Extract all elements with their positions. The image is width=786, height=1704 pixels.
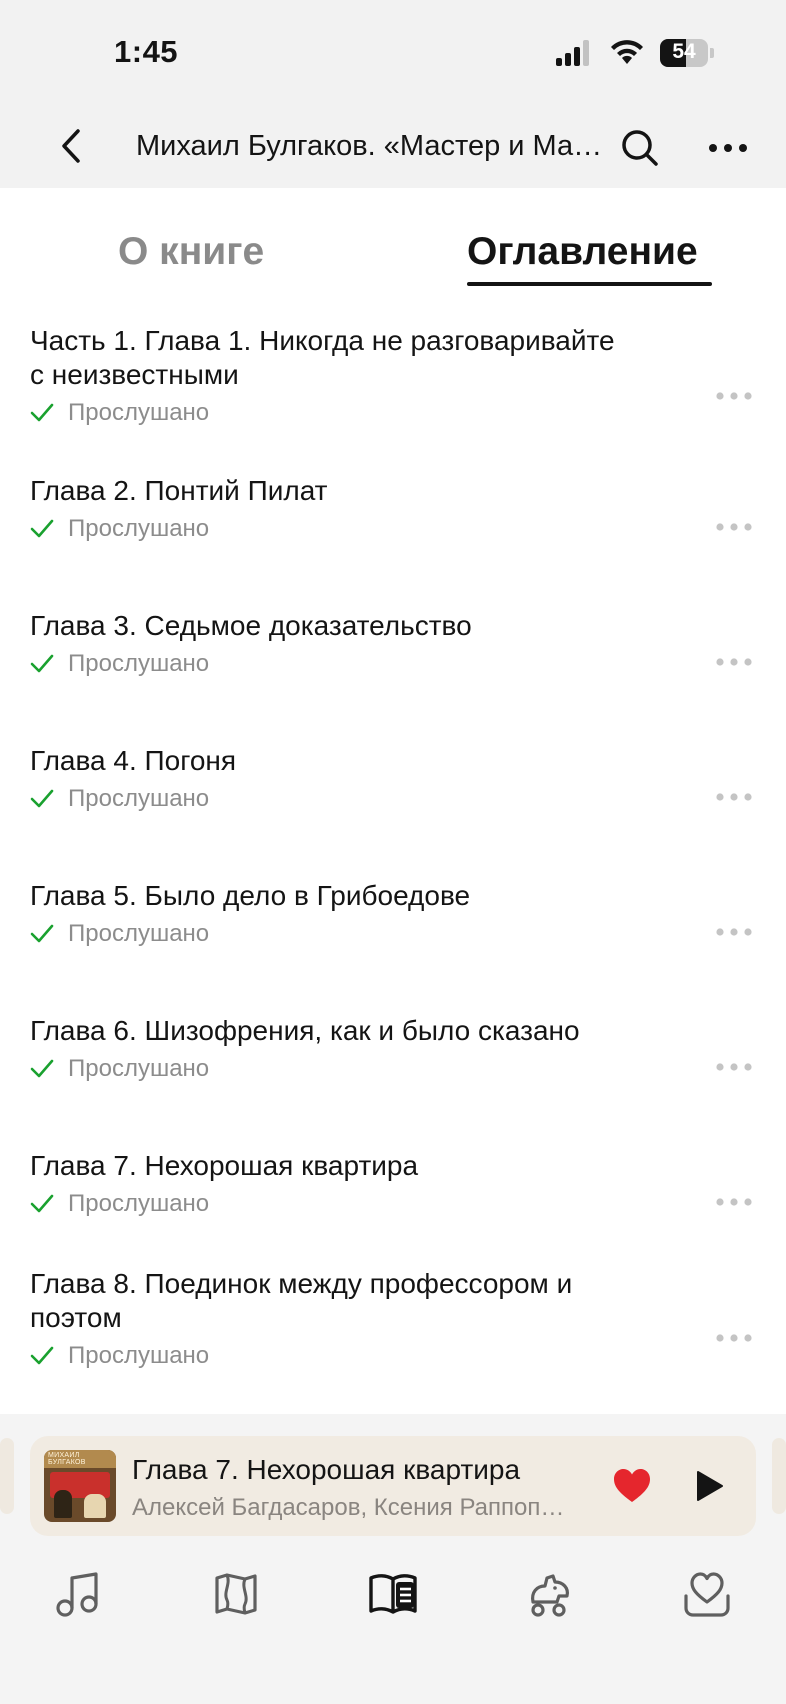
- chapter-more-icon[interactable]: [714, 782, 754, 812]
- chapter-title: Глава 5. Было дело в Грибоедове: [30, 880, 471, 911]
- nav-header: Михаил Булгаков. «Мастер и Маргарита»: [0, 108, 786, 188]
- chapter-title: Глава 3. Седьмое доказательство: [30, 610, 472, 641]
- check-icon: [30, 789, 54, 808]
- chapter-item[interactable]: Глава 8. Поединок между профессором и по…: [0, 1263, 786, 1373]
- book-icon[interactable]: [366, 1568, 420, 1622]
- chapter-title: Глава 7. Нехорошая квартира: [30, 1150, 419, 1181]
- status-time: 1:45: [114, 34, 179, 69]
- chapter-title: Глава 4. Погоня: [30, 745, 237, 776]
- chapter-status: Прослушано: [30, 398, 209, 428]
- check-icon: [30, 654, 54, 673]
- status-label: Прослушано: [68, 1055, 210, 1082]
- chapter-item[interactable]: Глава 5. Было дело в Грибоедове Прослуша…: [0, 875, 786, 965]
- chapter-status: Прослушано: [30, 1054, 209, 1084]
- prev-player-card-edge[interactable]: [0, 1438, 14, 1514]
- like-heart-icon[interactable]: [612, 1466, 652, 1506]
- chapter-status: Прослушано: [30, 1341, 209, 1371]
- status-label: Прослушано: [68, 785, 210, 812]
- mini-player[interactable]: МИХАИЛ БУЛГАКОВ Глава 7. Нехорошая кварт…: [30, 1436, 756, 1536]
- battery-icon: 54: [660, 39, 714, 67]
- book-cover-image: МИХАИЛ БУЛГАКОВ: [44, 1450, 116, 1522]
- chapter-item[interactable]: Глава 7. Нехорошая квартира Прослушано: [0, 1145, 786, 1235]
- chapter-more-icon[interactable]: [714, 647, 754, 677]
- chapter-item[interactable]: Глава 4. Погоня Прослушано: [0, 740, 786, 830]
- status-label: Прослушано: [68, 399, 210, 426]
- cover-author-text: МИХАИЛ БУЛГАКОВ: [48, 1452, 86, 1466]
- chapter-item[interactable]: Глава 6. Шизофрения, как и было сказано …: [0, 1010, 786, 1100]
- tab-about[interactable]: О книге: [118, 230, 264, 274]
- chapter-item[interactable]: Часть 1. Глава 1. Никогда не разговарива…: [0, 320, 786, 430]
- tabs: О книге Оглавление: [0, 188, 786, 288]
- active-tab-indicator: [467, 282, 712, 286]
- chapter-more-icon[interactable]: [714, 381, 754, 411]
- mini-player-area: МИХАИЛ БУЛГАКОВ Глава 7. Нехорошая кварт…: [0, 1414, 786, 1544]
- kids-horse-icon[interactable]: [523, 1568, 577, 1622]
- status-label: Прослушано: [68, 920, 210, 947]
- cellular-signal-icon: [556, 40, 592, 66]
- tab-contents[interactable]: Оглавление: [467, 230, 698, 274]
- chapter-more-icon[interactable]: [714, 917, 754, 947]
- check-icon: [30, 1346, 54, 1365]
- next-player-card-edge[interactable]: [772, 1438, 786, 1514]
- check-icon: [30, 924, 54, 943]
- play-icon[interactable]: [686, 1464, 730, 1508]
- chapter-title: Часть 1. Глава 1. Никогда не разговарива…: [30, 325, 615, 390]
- chapter-title: Глава 6. Шизофрения, как и было сказано: [30, 1015, 580, 1046]
- wifi-icon: [611, 40, 643, 64]
- chapter-more-icon[interactable]: [714, 1052, 754, 1082]
- chapter-more-icon[interactable]: [714, 1323, 754, 1353]
- chapter-more-icon[interactable]: [714, 512, 754, 542]
- check-icon: [30, 1059, 54, 1078]
- player-narrators: Алексей Багдасаров, Ксения Раппопорт: [132, 1494, 572, 1521]
- heart-collection-icon[interactable]: [680, 1568, 734, 1622]
- chapter-more-icon[interactable]: [714, 1187, 754, 1217]
- chapter-title: Глава 8. Поединок между профессором и по…: [30, 1268, 573, 1333]
- page-title: Михаил Булгаков. «Мастер и Маргарита»: [136, 130, 606, 162]
- status-label: Прослушано: [68, 1190, 210, 1217]
- chapter-item[interactable]: Глава 2. Понтий Пилат Прослушано: [0, 470, 786, 560]
- check-icon: [30, 519, 54, 538]
- status-label: Прослушано: [68, 515, 210, 542]
- map-icon[interactable]: [209, 1568, 263, 1622]
- battery-level: 54: [672, 40, 696, 63]
- chapter-title: Глава 2. Понтий Пилат: [30, 475, 328, 506]
- player-track-title: Глава 7. Нехорошая квартира: [132, 1454, 521, 1485]
- chapter-item[interactable]: Глава 3. Седьмое доказательство Прослуша…: [0, 605, 786, 695]
- chapter-status: Прослушано: [30, 649, 209, 679]
- music-note-icon[interactable]: [51, 1568, 105, 1622]
- more-options-icon[interactable]: [706, 130, 750, 166]
- status-label: Прослушано: [68, 1342, 210, 1369]
- check-icon: [30, 1194, 54, 1213]
- chapter-status: Прослушано: [30, 784, 209, 814]
- status-bar: 1:45 54: [0, 0, 786, 108]
- check-icon: [30, 403, 54, 422]
- chapter-status: Прослушано: [30, 514, 209, 544]
- chapter-status: Прослушано: [30, 919, 209, 949]
- search-icon[interactable]: [618, 126, 662, 170]
- status-label: Прослушано: [68, 650, 210, 677]
- chapter-status: Прослушано: [30, 1189, 209, 1219]
- bottom-tab-bar: [0, 1544, 786, 1704]
- back-button[interactable]: [52, 126, 92, 166]
